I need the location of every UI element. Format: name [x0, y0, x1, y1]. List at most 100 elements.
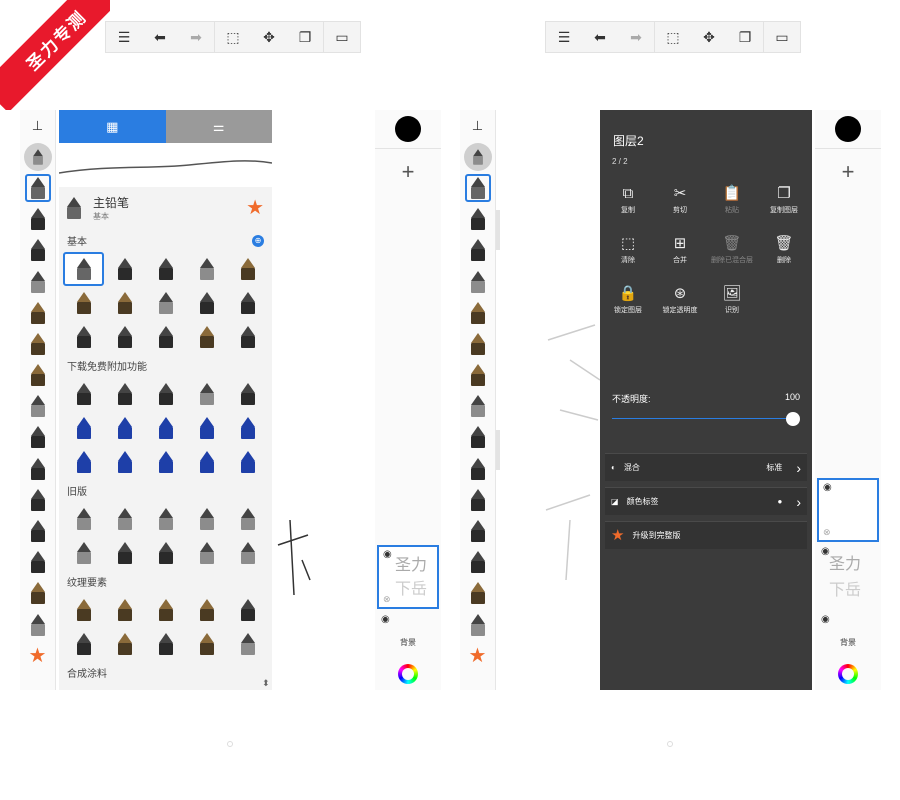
lock-transparency-icon[interactable]: ⊗	[383, 594, 391, 605]
color-puck[interactable]	[20, 141, 55, 172]
strip-brush[interactable]	[460, 328, 495, 359]
identify-button[interactable]: 🖼 识别	[706, 274, 758, 324]
color-puck[interactable]	[460, 141, 495, 172]
strip-brush[interactable]	[20, 266, 55, 297]
brush-cell[interactable]	[227, 502, 268, 536]
tab-brush-grid[interactable]: ▦	[59, 110, 166, 143]
strip-brush[interactable]	[20, 547, 55, 578]
tab-brush-properties[interactable]: ⚌	[165, 110, 272, 143]
strip-brush[interactable]	[20, 204, 55, 235]
strip-brush[interactable]	[20, 422, 55, 453]
brush-settings-icon[interactable]: ⊥	[460, 110, 495, 141]
strip-brush[interactable]	[460, 515, 495, 546]
paste-button[interactable]: 📋 粘贴	[706, 174, 758, 224]
brush-cell[interactable]	[104, 377, 145, 411]
brush-cell[interactable]	[227, 252, 268, 286]
brush-cell[interactable]	[145, 627, 186, 661]
delete-button[interactable]: 🗑 删除	[758, 224, 810, 274]
eye-icon[interactable]: ◉	[381, 614, 390, 625]
strip-brush[interactable]	[20, 453, 55, 484]
brush-cell[interactable]	[104, 411, 145, 445]
merge-button[interactable]: ⊞ 合并	[654, 224, 706, 274]
brush-cell[interactable]	[186, 593, 227, 627]
canvas-icon[interactable]: ▭	[764, 22, 800, 52]
brush-cell[interactable]	[104, 593, 145, 627]
brush-cell[interactable]	[145, 445, 186, 479]
delete-merged-button[interactable]: 🗑 删除已混合层	[706, 224, 758, 274]
brush-cell[interactable]	[227, 627, 268, 661]
brush-cell[interactable]	[186, 320, 227, 354]
strip-brush[interactable]	[20, 391, 55, 422]
brush-cell[interactable]	[227, 286, 268, 320]
brush-cell[interactable]	[145, 411, 186, 445]
strip-brush[interactable]	[460, 547, 495, 578]
strip-brush[interactable]	[20, 297, 55, 328]
strip-brush[interactable]	[460, 297, 495, 328]
strip-brush-selected[interactable]	[460, 172, 495, 203]
list-icon[interactable]: ☰	[106, 22, 142, 52]
strip-brush[interactable]	[20, 328, 55, 359]
brush-cell[interactable]	[186, 502, 227, 536]
undo-icon[interactable]: ⬅	[142, 22, 178, 52]
brush-cell[interactable]	[63, 445, 104, 479]
select-icon[interactable]: ⬚	[655, 22, 691, 52]
strip-brush[interactable]	[460, 360, 495, 391]
layer-thumbnail-active[interactable]: ◉ ⊗	[817, 478, 879, 542]
favorite-star-icon[interactable]: ★	[20, 640, 55, 671]
brush-cell[interactable]	[186, 286, 227, 320]
brush-cell[interactable]	[104, 627, 145, 661]
undo-icon[interactable]: ⬅	[582, 22, 618, 52]
brush-cell[interactable]	[104, 252, 145, 286]
strip-brush[interactable]	[460, 391, 495, 422]
scroll-handle-icon[interactable]: ⬍	[262, 678, 270, 689]
brush-cell[interactable]	[63, 502, 104, 536]
eye-icon[interactable]: ◉	[383, 549, 392, 560]
brush-cell[interactable]	[145, 593, 186, 627]
layers-icon[interactable]: ❐	[727, 22, 763, 52]
favorite-star-icon[interactable]: ★	[246, 198, 264, 218]
brush-cell[interactable]	[63, 536, 104, 570]
brush-cell[interactable]	[145, 536, 186, 570]
lock-transparency-button[interactable]: ⊛ 锁定透明度	[654, 274, 706, 324]
brush-cell[interactable]	[186, 252, 227, 286]
blend-mode-row[interactable]: ◐ 混合 标准 ›	[605, 453, 807, 481]
opacity-slider[interactable]	[612, 409, 800, 429]
brush-cell[interactable]	[186, 411, 227, 445]
strip-brush[interactable]	[460, 484, 495, 515]
brush-cell[interactable]	[145, 502, 186, 536]
favorite-star-icon[interactable]: ★	[460, 640, 495, 671]
strip-brush[interactable]	[460, 609, 495, 640]
brush-cell[interactable]	[186, 536, 227, 570]
add-layer-icon[interactable]: +	[375, 159, 441, 185]
brush-cell[interactable]	[104, 445, 145, 479]
redo-icon[interactable]: ➡	[178, 22, 214, 52]
color-wheel-icon[interactable]	[838, 664, 858, 684]
brush-cell[interactable]	[63, 286, 104, 320]
strip-brush[interactable]	[20, 235, 55, 266]
brush-cell[interactable]	[145, 320, 186, 354]
scroll-indicator[interactable]	[496, 210, 500, 250]
select-icon[interactable]: ⬚	[215, 22, 251, 52]
upgrade-row[interactable]: ★ 升级到完整版	[605, 521, 807, 549]
layer-background[interactable]: ◉ 背景	[377, 612, 439, 652]
strip-brush[interactable]	[20, 484, 55, 515]
duplicate-layer-button[interactable]: ❐ 复制图层	[758, 174, 810, 224]
brush-cell[interactable]	[104, 502, 145, 536]
eye-icon[interactable]: ◉	[823, 482, 832, 493]
strip-brush[interactable]	[460, 235, 495, 266]
lock-transparency-icon[interactable]: ⊗	[823, 527, 831, 538]
brush-cell[interactable]	[63, 252, 104, 286]
brush-cell[interactable]	[227, 445, 268, 479]
strip-brush[interactable]	[20, 609, 55, 640]
strip-brush[interactable]	[460, 422, 495, 453]
brush-cell[interactable]	[227, 320, 268, 354]
layer-background[interactable]: ◉ 背景	[817, 612, 879, 652]
brush-cell[interactable]	[63, 320, 104, 354]
brush-cell[interactable]	[63, 411, 104, 445]
brush-cell[interactable]	[104, 320, 145, 354]
strip-brush[interactable]	[20, 360, 55, 391]
brush-cell[interactable]	[63, 627, 104, 661]
brush-cell[interactable]	[227, 377, 268, 411]
strip-brush[interactable]	[20, 515, 55, 546]
move-icon[interactable]: ✥	[251, 22, 287, 52]
